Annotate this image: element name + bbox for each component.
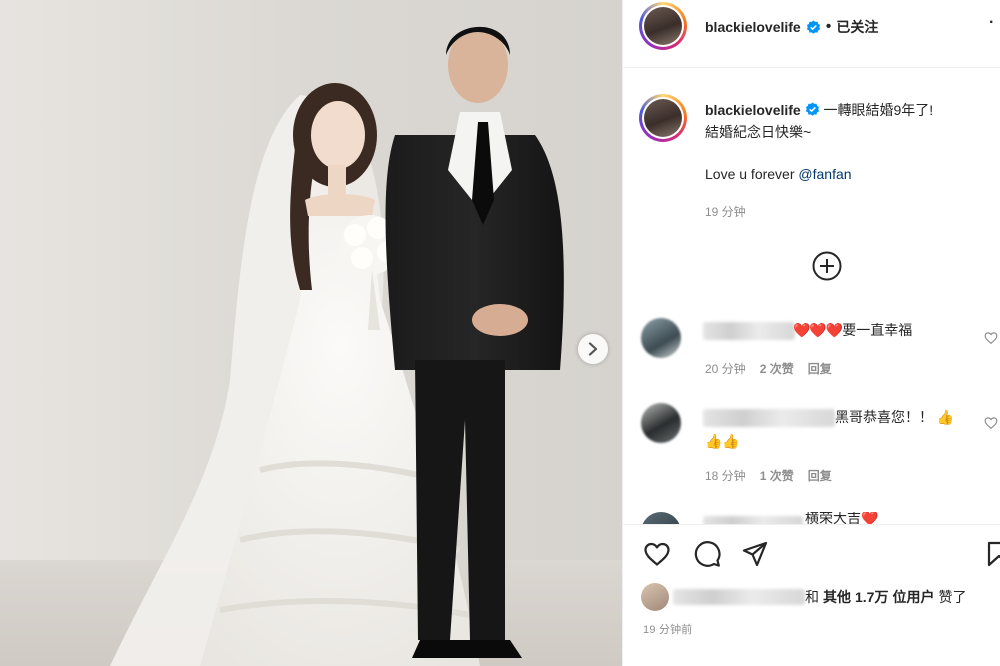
blurred-username — [703, 409, 835, 427]
post-header: blackielovelife • 已关注 · — [623, 0, 1000, 68]
comment-text: 横荣大吉❤️ — [805, 512, 878, 524]
caption-username[interactable]: blackielovelife — [705, 102, 801, 118]
comment-item: ❤️❤️❤️要一直幸福 20 分钟 2 次赞 回复 — [641, 318, 1000, 378]
likes-name-tail: 和 — [805, 589, 819, 605]
comment-item-partial: 横荣大吉❤️ — [641, 512, 1000, 524]
next-photo-button[interactable] — [578, 334, 608, 364]
comment-meta: 18 分钟 1 次赞 回复 — [705, 467, 832, 484]
comment-text: 黑哥恭喜您！！ 👍 — [835, 405, 954, 429]
author-avatar[interactable] — [639, 2, 687, 50]
caption-avatar[interactable] — [639, 94, 687, 142]
header-separator: • — [825, 18, 832, 35]
caption-line-1: 一轉眼結婚9年了! — [823, 102, 934, 118]
verified-badge-icon — [806, 19, 820, 34]
caption-love-text: Love u forever — [705, 166, 799, 182]
comment-emoji: ❤️ — [861, 512, 879, 524]
comment-body: 要一直幸福 — [842, 322, 913, 338]
header-user-row: blackielovelife • 已关注 — [705, 17, 878, 37]
paper-plane-icon[interactable] — [741, 540, 769, 568]
post-photo — [0, 0, 622, 666]
comment-like-count[interactable]: 1 次赞 — [760, 467, 794, 484]
heart-icon[interactable] — [984, 416, 998, 430]
header-username[interactable]: blackielovelife — [705, 19, 801, 35]
likes-users-label[interactable]: 位用户 — [892, 587, 934, 607]
caption-time: 19 分钟 — [705, 205, 746, 219]
liker-avatar[interactable] — [641, 583, 669, 611]
comment-body: 黑哥恭喜您！！ — [835, 409, 933, 425]
comment-meta: 20 分钟 2 次赞 回复 — [705, 360, 832, 377]
likes-suffix: 赞了 — [938, 589, 967, 605]
comment-emoji-line: 👍👍 — [705, 433, 740, 449]
blurred-username — [703, 322, 795, 340]
comment-emoji: 👍 — [936, 409, 955, 425]
mention-link[interactable]: @fanfan — [798, 166, 851, 182]
comment-body: 横荣大吉 — [805, 512, 861, 524]
likes-count[interactable]: 1.7万 — [855, 587, 888, 607]
comment-icon[interactable] — [693, 540, 721, 568]
caption-love-line: Love u forever @fanfan — [705, 166, 852, 182]
comment-time: 18 分钟 — [705, 469, 746, 483]
comment-like-count[interactable]: 2 次赞 — [760, 360, 794, 377]
post-timestamp[interactable]: 19 分钟前 — [643, 621, 693, 637]
bookmark-icon[interactable] — [987, 540, 1000, 568]
blurred-username — [703, 516, 803, 524]
section-divider — [623, 524, 1000, 525]
reply-button[interactable]: 回复 — [808, 467, 832, 484]
verified-badge-icon — [805, 102, 819, 116]
caption-line-2: 結婚紀念日快樂~ — [705, 124, 812, 140]
plus-circle-icon[interactable] — [811, 250, 843, 282]
commenter-avatar[interactable] — [641, 512, 681, 524]
comment-text: ❤️❤️❤️要一直幸福 — [793, 318, 912, 342]
commenter-avatar[interactable] — [641, 403, 681, 443]
heart-icon[interactable] — [984, 331, 998, 345]
blurred-liker-name — [673, 589, 805, 605]
comment-item: 黑哥恭喜您！！ 👍 👍👍 18 分钟 1 次赞 回复 — [641, 403, 1000, 493]
heart-icon[interactable] — [643, 540, 671, 568]
comment-time: 20 分钟 — [705, 362, 746, 376]
comment-emoji: ❤️❤️❤️ — [793, 322, 843, 338]
likes-summary: 和 其他 1.7万 位用户 赞了 — [641, 583, 966, 611]
wedding-photo-image — [0, 0, 622, 666]
following-button[interactable]: 已关注 — [836, 17, 878, 37]
likes-others-label[interactable]: 其他 — [823, 587, 851, 607]
chevron-right-icon — [588, 342, 598, 356]
reply-button[interactable]: 回复 — [808, 360, 832, 377]
commenter-avatar[interactable] — [641, 318, 681, 358]
more-options-button[interactable]: · — [989, 14, 994, 32]
action-bar — [623, 540, 1000, 574]
post-side-panel: blackielovelife • 已关注 · blackielovelife … — [622, 0, 1000, 666]
caption-text: blackielovelife 一轉眼結婚9年了! 結婚紀念日快樂~ — [705, 99, 995, 143]
